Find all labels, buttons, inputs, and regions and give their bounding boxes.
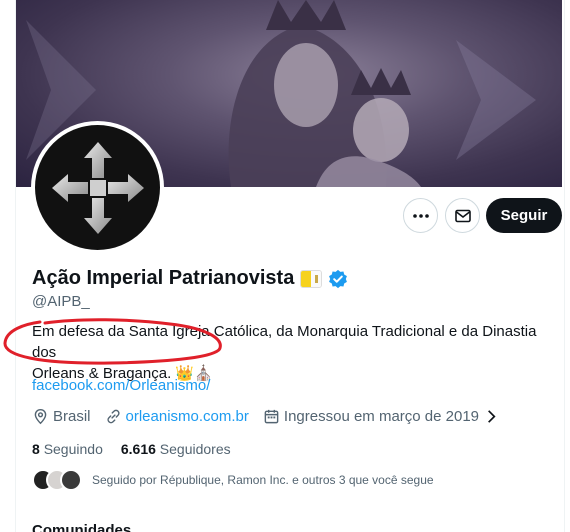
followers-stat[interactable]: 6.616 Seguidores bbox=[121, 441, 231, 457]
location-text: Brasil bbox=[53, 408, 91, 425]
follow-button[interactable]: Seguir bbox=[486, 198, 562, 233]
name-row: Ação Imperial Patrianovista bbox=[32, 267, 348, 290]
followed-by-text: Seguido por République, Ramon Inc. e out… bbox=[92, 473, 434, 487]
user-handle: @AIPB_ bbox=[32, 293, 90, 310]
website-link[interactable]: facebook.com/Orleanismo/ bbox=[32, 377, 210, 394]
right-scroll-edge bbox=[564, 0, 570, 532]
chevron-right-icon bbox=[488, 410, 496, 423]
calendar-icon bbox=[264, 409, 279, 424]
follower-avatars bbox=[32, 469, 82, 491]
location: Brasil bbox=[32, 408, 91, 425]
display-name: Ação Imperial Patrianovista bbox=[32, 267, 295, 289]
profile-avatar[interactable] bbox=[31, 121, 164, 254]
followed-by-row[interactable]: Seguido por République, Ramon Inc. e out… bbox=[32, 469, 434, 491]
left-sidebar-edge bbox=[0, 0, 16, 532]
location-pin-icon bbox=[34, 408, 47, 425]
following-count: 8 bbox=[32, 441, 40, 457]
followers-label: Seguidores bbox=[159, 441, 231, 457]
profile-bio: Em defesa da Santa Igreja Católica, da M… bbox=[32, 321, 552, 384]
more-icon bbox=[412, 213, 429, 218]
followers-count: 6.616 bbox=[120, 441, 156, 457]
join-date-text: Ingressou em março de 2019 bbox=[283, 408, 480, 425]
url-text[interactable]: orleanismo.com.br bbox=[126, 408, 249, 425]
envelope-icon bbox=[454, 209, 471, 222]
communities-heading: Comunidades bbox=[32, 522, 132, 532]
vatican-flag-icon bbox=[300, 269, 323, 288]
verified-badge-icon[interactable] bbox=[328, 269, 348, 289]
patrianovista-emblem-icon bbox=[51, 141, 144, 234]
following-stat[interactable]: 8 Seguindo bbox=[32, 441, 103, 457]
avatar bbox=[60, 469, 82, 491]
link-icon bbox=[106, 409, 120, 424]
following-label: Seguindo bbox=[43, 441, 103, 457]
join-date[interactable]: Ingressou em março de 2019 bbox=[263, 408, 500, 425]
follow-stats: 8 Seguindo 6.616 Seguidores bbox=[32, 441, 231, 457]
profile-meta: Brasil orleanismo.com.br Ingressou em ma… bbox=[32, 408, 514, 425]
profile-url[interactable]: orleanismo.com.br bbox=[105, 408, 249, 425]
more-options-button[interactable] bbox=[403, 198, 438, 233]
bio-line-1: Em defesa da Santa Igreja Católica, da M… bbox=[32, 323, 537, 361]
message-button[interactable] bbox=[445, 198, 480, 233]
